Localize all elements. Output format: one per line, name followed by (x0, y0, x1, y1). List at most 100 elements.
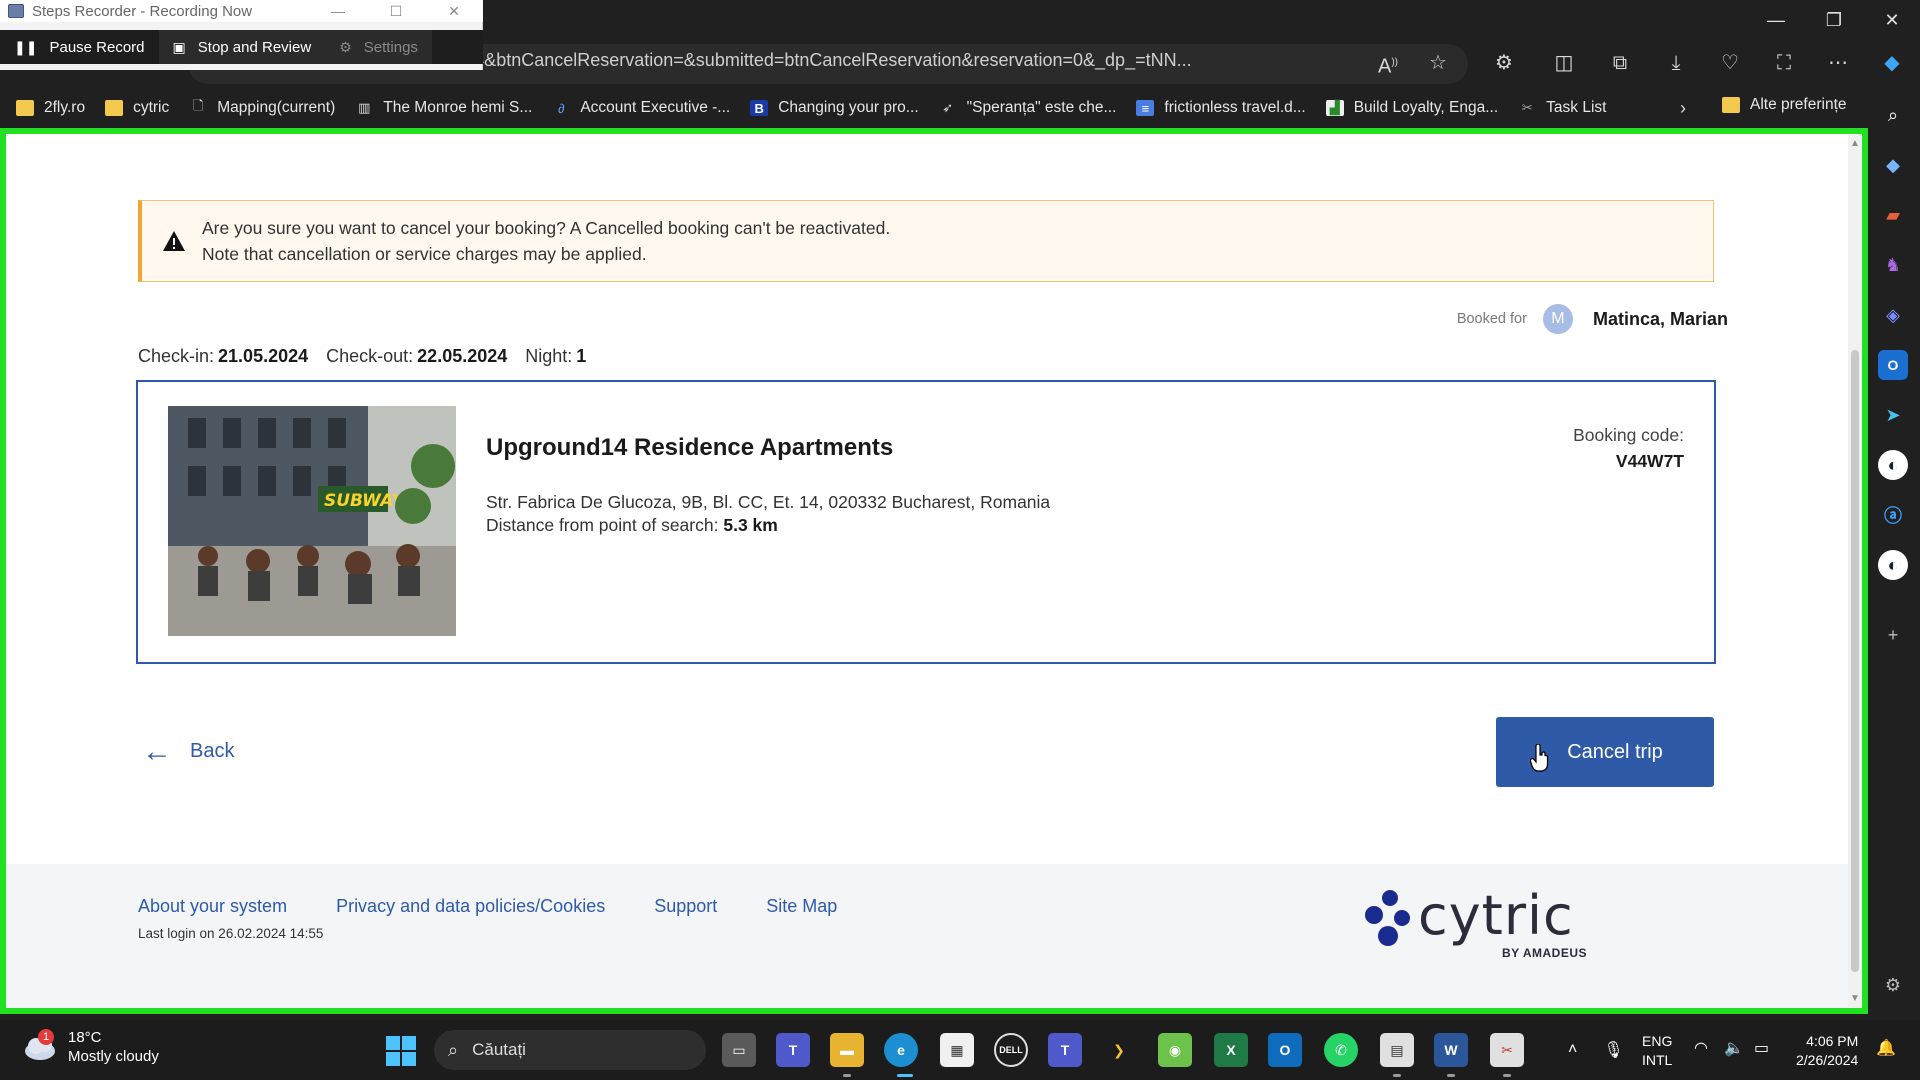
battery-icon[interactable]: ▭ (1754, 1038, 1769, 1058)
download-icon[interactable]: ⤓ (1660, 49, 1692, 77)
folder-icon (105, 100, 124, 116)
weather-badge: 1 (38, 1029, 54, 1045)
read-aloud-icon[interactable]: A)) (1372, 49, 1404, 78)
running-indicator (1447, 1074, 1455, 1077)
bookmark-other-favorites[interactable]: Alte preferințe (1722, 96, 1847, 114)
snipping-tool-icon[interactable]: ✂ (1490, 1033, 1524, 1067)
warning-line-1: Are you sure you want to cancel your boo… (202, 218, 891, 238)
scrollbar-thumb[interactable] (1851, 350, 1859, 972)
running-indicator (843, 1074, 851, 1077)
back-link[interactable]: ← Back (142, 736, 234, 766)
teams-icon[interactable]: T (776, 1033, 810, 1067)
hotel-distance: Distance from point of search: 5.3 km (486, 515, 778, 535)
steps-recorder-taskbar-icon[interactable]: ▤ (1380, 1033, 1414, 1067)
browser-essentials-icon[interactable]: ♡ (1714, 49, 1746, 77)
copilot-sidebar-icon[interactable]: ◈ (1878, 300, 1908, 330)
screenshot-icon[interactable]: ⛶ (1768, 49, 1800, 77)
scroll-down-icon[interactable]: ▼ (1850, 993, 1860, 1004)
taskbar-search-placeholder: Căutați (472, 1040, 526, 1059)
restore-icon[interactable]: ❐ (1806, 6, 1862, 34)
bookmark-account-exec[interactable]: ∂ Account Executive -... (552, 99, 730, 117)
logo-byline: BY AMADEUS (1502, 946, 1588, 960)
scroll-up-icon[interactable]: ▲ (1850, 138, 1860, 149)
weather-widget[interactable]: 1 18°C Mostly cloudy (22, 1028, 159, 1066)
bookmark-task-list[interactable]: ✂ Task List (1518, 99, 1607, 117)
folder-icon (1722, 97, 1740, 113)
extensions-icon[interactable]: ⚙ (1488, 49, 1520, 77)
active-indicator (897, 1074, 913, 1077)
send-icon[interactable]: ➤ (1878, 400, 1908, 430)
search-icon[interactable]: ⌕ (1878, 100, 1908, 130)
app-circle-icon[interactable]: ◐ (1878, 450, 1908, 480)
outlook-icon[interactable]: O (1878, 350, 1908, 380)
tag-icon[interactable]: ◆ (1878, 150, 1908, 180)
collections-icon[interactable]: ⧉ (1604, 49, 1636, 77)
add-icon[interactable]: + (1878, 620, 1908, 650)
bookmark-changing[interactable]: B Changing your pro... (750, 99, 919, 117)
nvidia-icon[interactable]: ◉ (1158, 1033, 1192, 1067)
footer-links: About your system Privacy and data polic… (138, 896, 886, 917)
copilot-icon[interactable]: ◆ (1876, 49, 1908, 77)
chevron-up-icon[interactable]: ˄ (1568, 1041, 1577, 1059)
outlook-taskbar-icon[interactable]: O (1268, 1033, 1302, 1067)
microphone-icon[interactable]: 🎙 (1603, 1040, 1623, 1060)
distance-value: 5.3 km (723, 515, 778, 535)
favorite-star-icon[interactable]: ☆ (1422, 49, 1454, 77)
wifi-icon[interactable]: ◠ (1694, 1038, 1708, 1058)
bookmark-frictionless[interactable]: ≡ frictionless travel.d... (1136, 99, 1306, 117)
notification-bell-icon[interactable]: 🔔 (1876, 1038, 1896, 1058)
footer-link-about[interactable]: About your system (138, 896, 287, 917)
bookmark-2fly[interactable]: 2fly.ro (16, 99, 85, 117)
dell-icon[interactable]: DELL (994, 1033, 1028, 1067)
traveler-name: Matinca, Marian (1592, 308, 1728, 329)
excel-icon[interactable]: X (1214, 1033, 1248, 1067)
avatar: M (1542, 304, 1573, 334)
chevron-right-icon[interactable]: › (1680, 98, 1686, 119)
file-explorer-icon[interactable]: ▬ (830, 1033, 864, 1067)
split-screen-icon[interactable]: ◫ (1548, 49, 1580, 77)
footer-link-support[interactable]: Support (654, 896, 717, 917)
steps-recorder-icon (8, 4, 24, 18)
bookmark-mapping[interactable]: 🗋 Mapping(current) (189, 98, 335, 117)
bookmark-speranta[interactable]: ➶ "Speranța" este che... (939, 99, 1116, 117)
app-circle-icon-2[interactable]: ◐ (1878, 550, 1908, 580)
plex-icon[interactable]: ❯ (1102, 1033, 1136, 1067)
close-icon[interactable]: ✕ (425, 0, 483, 22)
page-icon: 🗋 (193, 98, 204, 113)
bookmark-monroe[interactable]: ▥ The Monroe hemi S... (355, 99, 532, 117)
nights-count: 1 (576, 346, 587, 366)
footer-link-sitemap[interactable]: Site Map (766, 896, 837, 917)
minimize-icon[interactable]: — (309, 0, 367, 22)
pause-record-button[interactable]: ❚❚ Pause Record (0, 30, 159, 64)
more-menu-icon[interactable]: ⋯ (1822, 49, 1854, 77)
edge-sidebar: ⌕ ◆ ▰ ♞ ◈ O ➤ ◐ ⓐ ◐ + ⚙ (1868, 88, 1920, 1014)
edge-icon[interactable]: e (884, 1033, 918, 1067)
sidebar-settings-icon[interactable]: ⚙ (1878, 970, 1908, 1000)
minimize-icon[interactable]: — (1748, 6, 1804, 34)
whatsapp-icon[interactable]: ✆ (1324, 1033, 1358, 1067)
amazon-icon[interactable]: ⓐ (1878, 500, 1908, 530)
toolbox-icon[interactable]: ▰ (1878, 200, 1908, 230)
checkin: Check-in: 21.05.2024 (138, 346, 309, 366)
close-icon[interactable]: ✕ (1864, 6, 1920, 34)
word-icon[interactable]: W (1434, 1033, 1468, 1067)
cancel-trip-button[interactable]: Cancel trip (1496, 717, 1714, 787)
bookmark-cytric[interactable]: cytric (105, 99, 169, 117)
task-view-icon[interactable]: ▭ (722, 1033, 756, 1067)
maximize-icon[interactable]: ☐ (367, 0, 425, 22)
store-icon[interactable]: ▦ (940, 1033, 974, 1067)
windows-start-button[interactable] (386, 1036, 416, 1066)
input-language[interactable]: ENG INTL (1642, 1032, 1672, 1070)
clock[interactable]: 4:06 PM 2/26/2024 (1796, 1032, 1858, 1070)
hotel-card: SUBWAY Upground14 Residence Apartments S… (136, 380, 1716, 664)
chess-icon[interactable]: ♞ (1878, 250, 1908, 280)
scrollbar[interactable]: ▲ ▼ (1848, 134, 1862, 1008)
bookmark-build-loyalty[interactable]: ▟ Build Loyalty, Enga... (1325, 99, 1498, 117)
teams-work-icon[interactable]: T (1048, 1033, 1082, 1067)
settings-button[interactable]: ⚙ Settings (325, 30, 432, 64)
doc-icon: ≡ (1136, 100, 1155, 116)
volume-icon[interactable]: 🔈 (1724, 1038, 1744, 1058)
stop-and-review-button[interactable]: ▣ Stop and Review (158, 30, 326, 64)
footer-link-privacy[interactable]: Privacy and data policies/Cookies (336, 896, 605, 917)
taskbar-search[interactable]: ⌕ Căutați (434, 1030, 706, 1070)
